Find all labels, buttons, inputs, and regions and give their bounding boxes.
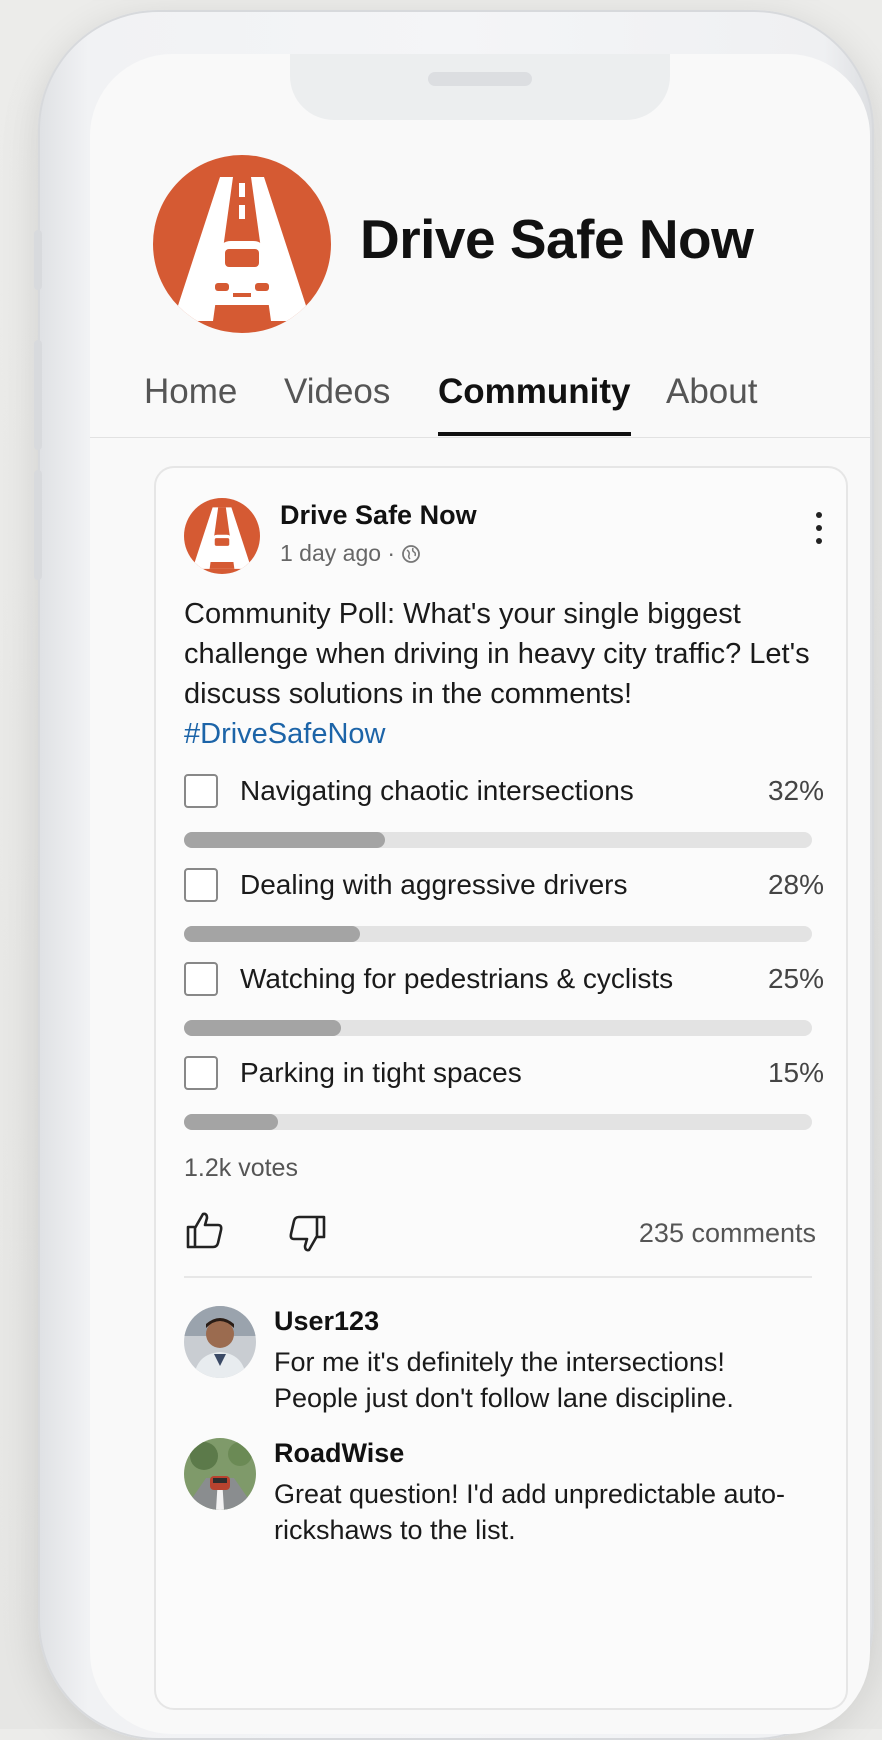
phone-side-button [34, 230, 42, 290]
poll-bar-fill [184, 1114, 279, 1130]
tabs-divider [90, 437, 870, 438]
poll-checkbox[interactable] [184, 1056, 218, 1090]
channel-logo[interactable] [153, 155, 331, 333]
speaker [428, 72, 532, 86]
post-hashtag[interactable]: #DriveSafeNow [184, 714, 824, 754]
post-author-avatar[interactable] [184, 498, 260, 574]
tab-about[interactable]: About [666, 370, 757, 436]
road-car-logo-icon [192, 507, 252, 569]
phone-frame: Drive Safe Now Home Videos Community Abo… [34, 10, 874, 1740]
road-car-logo-icon [173, 177, 311, 321]
post-time: 1 day ago · [280, 540, 396, 566]
poll-bar-track [184, 1020, 812, 1036]
thumbs-down-icon[interactable] [286, 1214, 328, 1254]
tab-community[interactable]: Community [438, 370, 631, 436]
poll-bar-fill [184, 926, 360, 942]
poll-option-label: Dealing with aggressive drivers [240, 869, 628, 900]
post-text: Community Poll: What's your single bigge… [184, 594, 824, 754]
comment-text: Great question! I'd add unpredictable au… [274, 1479, 785, 1545]
poll-option[interactable]: Watching for pedestrians & cyclists 25% [184, 962, 824, 1042]
tab-videos[interactable]: Videos [284, 370, 390, 436]
avatar[interactable] [184, 1438, 256, 1510]
screen: Drive Safe Now Home Videos Community Abo… [90, 54, 870, 1734]
avatar[interactable] [184, 1306, 256, 1378]
poll-checkbox[interactable] [184, 868, 218, 902]
poll-option-percent: 15% [767, 1057, 824, 1088]
poll-bar-fill [184, 1020, 341, 1036]
poll-bar-track [184, 1114, 812, 1130]
poll-option-label: Watching for pedestrians & cyclists [240, 963, 674, 994]
poll-option[interactable]: Navigating chaotic intersections 32% [184, 774, 824, 854]
post-body: Community Poll: What's your single bigge… [184, 598, 810, 710]
post-meta: 1 day ago · [280, 540, 421, 567]
poll-option-percent: 25% [767, 963, 824, 994]
poll-checkbox[interactable] [184, 774, 218, 808]
globe-icon [402, 544, 420, 563]
comment-author[interactable]: RoadWise [274, 1438, 404, 1469]
poll-option[interactable]: Parking in tight spaces 15% [184, 1056, 824, 1136]
channel-tabs: Home Videos Community About [90, 370, 870, 436]
poll-bar-fill [184, 832, 385, 848]
channel-title: Drive Safe Now [360, 208, 754, 270]
notch [290, 54, 670, 120]
poll-checkbox[interactable] [184, 962, 218, 996]
post-author-name[interactable]: Drive Safe Now [280, 500, 477, 531]
comment-text: For me it's definitely the intersections… [274, 1347, 734, 1413]
phone-volume-up [34, 340, 42, 450]
card-divider [184, 1276, 812, 1278]
comment-author[interactable]: User123 [274, 1306, 379, 1337]
tab-community-label: Community [438, 372, 631, 411]
poll-option[interactable]: Dealing with aggressive drivers 28% [184, 868, 824, 948]
poll-option-label: Navigating chaotic intersections [240, 775, 634, 806]
thumbs-up-icon[interactable] [184, 1210, 226, 1250]
comment-item: User123 For me it's definitely the inter… [184, 1306, 824, 1416]
comments-count-link[interactable]: 235 comments [639, 1218, 816, 1249]
poll-option-label: Parking in tight spaces [240, 1057, 522, 1088]
comment-item: RoadWise Great question! I'd add unpredi… [184, 1438, 824, 1548]
poll-option-percent: 28% [767, 869, 824, 900]
community-post-card: Drive Safe Now 1 day ago · Community Pol… [154, 466, 848, 1710]
phone-volume-down [34, 470, 42, 580]
more-options-icon[interactable] [812, 512, 826, 552]
tab-home[interactable]: Home [144, 370, 237, 436]
poll-bar-track [184, 926, 812, 942]
poll-option-percent: 32% [767, 775, 824, 806]
poll-bar-track [184, 832, 812, 848]
poll-votes-count: 1.2k votes [184, 1154, 298, 1182]
tab-active-underline [438, 432, 631, 436]
